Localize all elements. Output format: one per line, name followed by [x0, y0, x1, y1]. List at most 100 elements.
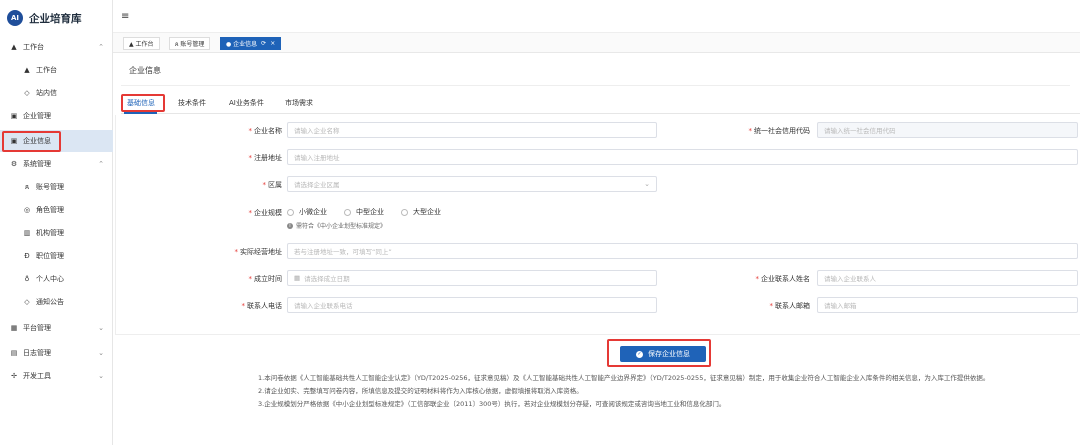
sidebar-group-enterprise[interactable]: ▣ 企业管理	[0, 105, 113, 127]
tab-enterprise-info[interactable]: ● 企业信息 ⟳ ×	[220, 37, 282, 50]
org-icon: ▥	[23, 229, 31, 237]
note-item: 2.请企业如实、完整填写问卷内容，所填信息及提交的证明材料将作为入库核心依据，虚…	[258, 387, 583, 395]
role-icon: ◎	[23, 206, 31, 214]
log-icon: ▤	[10, 349, 18, 357]
chevron-down-icon: ⌄	[98, 349, 104, 357]
tab-label: ጸ 账号管理	[175, 40, 205, 48]
close-icon[interactable]: ×	[270, 40, 275, 47]
contact-phone-input[interactable]: 请输入企业联系电话	[287, 297, 657, 313]
notice-icon: ◇	[24, 298, 30, 306]
scale-label: * 企业规模	[248, 209, 283, 217]
company-name-input[interactable]: 请输入企业名称	[287, 122, 657, 138]
contact-name-input[interactable]: 请输入企业联系人	[817, 270, 1078, 286]
app-logo[interactable]: AI 企业培育库	[0, 0, 112, 36]
gear-icon: ⚙	[10, 160, 18, 168]
contact-email-label: * 联系人邮箱	[769, 302, 811, 310]
sidebar-item-label: 角色管理	[36, 206, 64, 214]
sidebar-item-roles[interactable]: ◎ 角色管理	[0, 199, 113, 221]
sidebar-item-profile[interactable]: ♁ 个人中心	[0, 268, 113, 290]
top-bar: ≡	[113, 0, 1080, 33]
sidebar-item-label: 平台管理	[23, 324, 51, 332]
home-icon: ▲	[24, 66, 30, 74]
sidebar-group-devtools[interactable]: ✢ 开发工具 ⌄	[0, 365, 113, 387]
contact-name-label: * 企业联系人姓名	[755, 275, 811, 283]
subtab-active-indicator	[124, 112, 157, 114]
notes: 1.本问卷依据《人工智能基础共性人工智能企业认定》（YD/T2025-0256，…	[258, 372, 1070, 411]
home-icon: ▲	[11, 43, 17, 51]
sidebar-item-label: 日志管理	[23, 349, 51, 357]
grid-icon: ▦	[10, 324, 18, 332]
tab-label: ● 企业信息	[226, 41, 258, 48]
tab-bar: ▲ 工作台 ጸ 账号管理 ● 企业信息 ⟳ ×	[113, 33, 1080, 53]
scale-radio-medium[interactable]: 中型企业	[344, 207, 384, 217]
sidebar-item-label: 机构管理	[36, 229, 64, 237]
profile-icon: ♁	[24, 275, 30, 283]
refresh-icon[interactable]: ⟳	[261, 40, 266, 47]
note-item: 1.本问卷依据《人工智能基础共性人工智能企业认定》（YD/T2025-0256，…	[258, 374, 990, 382]
sidebar-item-accounts[interactable]: ጸ 账号管理	[0, 176, 113, 198]
sidebar-item-label: 个人中心	[36, 275, 64, 283]
sidebar-item-label: 账号管理	[36, 183, 64, 191]
chevron-up-icon: ⌃	[98, 43, 104, 51]
id-card-icon: ▣	[10, 112, 18, 120]
highlight-sidebar	[2, 131, 61, 152]
chevron-down-icon: ⌄	[98, 324, 104, 332]
tab-accounts[interactable]: ጸ 账号管理	[169, 37, 211, 50]
tab-label: ▲ 工作台	[129, 41, 154, 48]
subtab-ai-business[interactable]: AI业务条件	[229, 98, 264, 108]
sidebar-item-positions[interactable]: Ð 职位管理	[0, 245, 113, 267]
radio-icon	[344, 208, 351, 216]
scale-hint: i 需符合《中小企业划型标准规定》	[287, 221, 386, 230]
calendar-icon: ▦	[294, 274, 301, 282]
scale-radio-small[interactable]: 小微企业	[287, 207, 327, 217]
bell-icon: ◇	[24, 89, 30, 97]
sidebar-item-messages[interactable]: ◇ 站内信	[0, 82, 113, 104]
page-title: 企业信息	[129, 66, 161, 75]
sidebar-item-label: 系统管理	[23, 160, 51, 168]
district-label: * 区属	[262, 181, 283, 189]
company-name-label: * 企业名称	[248, 127, 283, 135]
actual-address-label: * 实际经营地址	[234, 248, 283, 256]
sidebar-item-notices[interactable]: ◇ 通知公告	[0, 291, 113, 313]
sidebar-group-platform[interactable]: ▦ 平台管理 ⌄	[0, 317, 113, 339]
sidebar-item-label: 职位管理	[36, 252, 64, 260]
district-select[interactable]: 请选择企业区属 ⌄	[287, 176, 657, 192]
founded-label: * 成立时间	[248, 275, 283, 283]
note-item: 3.企业规模划分严格依据《中小企业划型标准规定》（工信部联企业〔2011〕300…	[258, 400, 726, 408]
subtab-tech-conditions[interactable]: 技术条件	[178, 98, 206, 108]
sidebar-item-label: 通知公告	[36, 298, 64, 306]
tab-workbench[interactable]: ▲ 工作台	[123, 37, 160, 50]
sidebar-item-label: 工作台	[36, 66, 57, 74]
sidebar-group-system[interactable]: ⚙ 系统管理 ⌃	[0, 153, 113, 175]
credit-code-input[interactable]: 请输入统一社会信用代码	[817, 122, 1078, 138]
sidebar-item-workbench[interactable]: ▲ 工作台	[0, 59, 113, 81]
radio-icon	[401, 208, 408, 216]
sidebar-item-label: 站内信	[36, 89, 57, 97]
sidebar-item-label: 工作台	[23, 43, 44, 51]
radio-icon	[287, 208, 294, 216]
sidebar-item-orgs[interactable]: ▥ 机构管理	[0, 222, 113, 244]
sidebar-item-label: 企业管理	[23, 112, 51, 120]
chevron-up-icon: ⌃	[98, 160, 104, 168]
reg-address-label: * 注册地址	[248, 154, 283, 162]
position-icon: Ð	[24, 252, 30, 260]
sidebar-item-label: 开发工具	[23, 372, 51, 380]
tools-icon: ✢	[11, 372, 17, 380]
contact-phone-label: * 联系人电话	[241, 302, 283, 310]
sidebar-group-logs[interactable]: ▤ 日志管理 ⌄	[0, 342, 113, 364]
contact-email-input[interactable]: 请输入邮箱	[817, 297, 1078, 313]
logo-icon: AI	[7, 10, 23, 26]
highlight-subtab	[121, 94, 165, 112]
scale-radio-large[interactable]: 大型企业	[401, 207, 441, 217]
menu-toggle-icon[interactable]: ≡	[121, 11, 129, 22]
chevron-down-icon: ⌄	[644, 180, 650, 188]
reg-address-input[interactable]: 请输入注册地址	[287, 149, 1078, 165]
divider	[121, 85, 1070, 86]
chevron-down-icon: ⌄	[98, 372, 104, 380]
subtab-market-demand[interactable]: 市场需求	[285, 98, 313, 108]
actual-address-input[interactable]: 若与注册地址一致，可填写“同上”	[287, 243, 1078, 259]
founded-date-picker[interactable]: ▦ 请选择成立日期	[287, 270, 657, 286]
sidebar-group-workbench[interactable]: ▲ 工作台 ⌃	[0, 36, 113, 58]
app-title: 企业培育库	[29, 12, 82, 25]
sidebar: AI 企业培育库 ▲ 工作台 ⌃ ▲ 工作台 ◇ 站内信 ▣ 企业管理 ▣ 企业…	[0, 0, 113, 445]
